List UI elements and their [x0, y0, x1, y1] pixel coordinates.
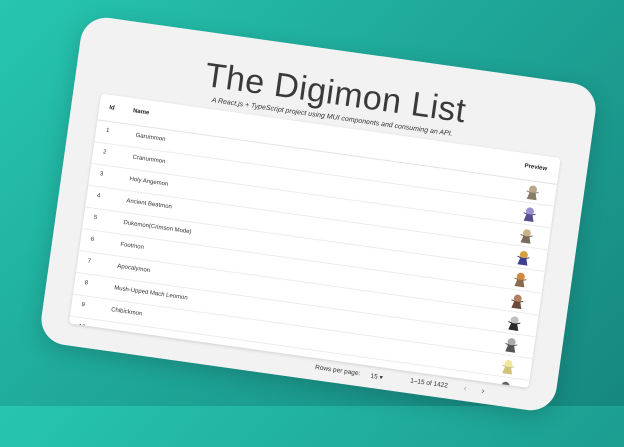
digimon-preview-image	[514, 272, 527, 288]
cell-name: Mush-Upped Mach Leomon	[113, 285, 188, 302]
cell-name: Apocalymon	[116, 263, 151, 275]
digimon-preview-image	[502, 359, 515, 375]
cell-id: 7	[87, 258, 92, 265]
column-header-name[interactable]: Name	[133, 108, 150, 116]
digimon-preview-image	[520, 229, 533, 244]
cell-name: Cranummon	[132, 154, 166, 166]
cell-name: Garummon	[135, 132, 166, 143]
tilted-screenshot: The Digimon List A React.js + TypeScript…	[0, 0, 624, 447]
rows-per-page-select[interactable]: 15 ▾	[370, 372, 383, 382]
cell-name: Ancient Beatmon	[126, 198, 173, 211]
digimon-preview-image	[523, 207, 536, 223]
cell-id: 2	[102, 149, 107, 156]
digimon-preview-image	[517, 250, 530, 266]
column-header-preview: Preview	[524, 163, 548, 173]
cell-id: 5	[93, 214, 98, 222]
cell-id: 4	[96, 193, 101, 200]
cell-name: Footmon	[119, 241, 145, 251]
api-link[interactable]: DAPI - Digimon API	[237, 375, 285, 388]
cell-name: Dukemon(Crimson Mode)	[122, 219, 192, 236]
chevron-left-icon[interactable]: ‹	[463, 383, 467, 393]
cell-id: 6	[90, 236, 95, 244]
cell-id: 8	[84, 280, 89, 287]
cell-name: Chibickmon	[110, 307, 143, 318]
digimon-preview-image	[508, 316, 521, 331]
cell-id: 1	[105, 127, 110, 135]
chevron-right-icon[interactable]: ›	[481, 385, 485, 395]
rows-per-page-label: Rows per page:	[314, 364, 361, 378]
app-window: The Digimon List A React.js + TypeScript…	[38, 14, 599, 414]
cell-id: 3	[99, 171, 104, 178]
rows-per-page-value: 15	[369, 372, 379, 381]
digimon-preview-image	[526, 185, 539, 201]
dropdown-arrow-icon: ▾	[378, 374, 384, 382]
cell-name: Holy Angemon	[129, 176, 169, 188]
column-header-id[interactable]: Id	[109, 105, 115, 112]
pagination-range: 1–15 of 1422	[409, 377, 449, 390]
digimon-preview-image	[511, 294, 524, 310]
credit-text: This project uses the	[184, 368, 237, 382]
cell-id: 9	[81, 301, 86, 309]
digimon-preview-image	[505, 338, 518, 353]
